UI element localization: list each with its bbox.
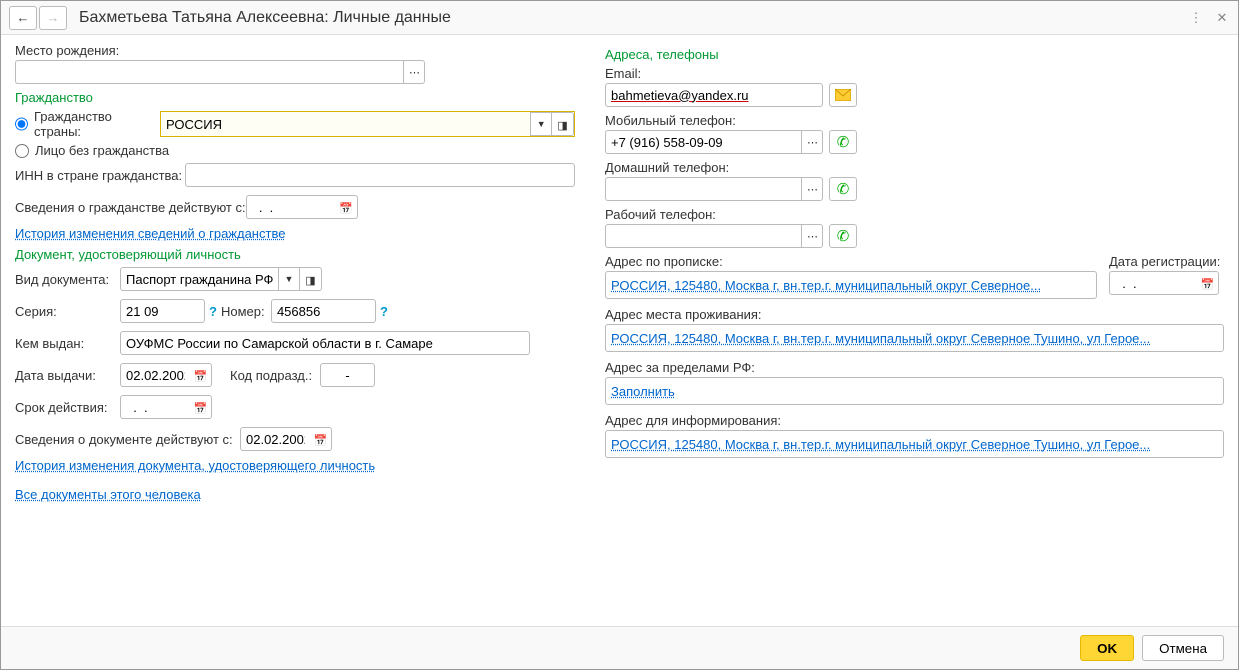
envelope-icon [835, 89, 851, 101]
doc-type-label: Вид документа: [15, 272, 120, 287]
division-input[interactable] [320, 363, 375, 387]
country-open-button[interactable] [552, 112, 574, 136]
stateless-radio[interactable] [15, 144, 29, 158]
addresses-section-title: Адреса, телефоны [605, 47, 1224, 62]
cancel-button[interactable]: Отмена [1142, 635, 1224, 661]
birthplace-open-button[interactable] [403, 60, 425, 84]
abroad-addr-box[interactable]: Заполнить [605, 377, 1224, 405]
reg-date-label: Дата регистрации: [1109, 254, 1220, 269]
citizenship-history-link[interactable]: История изменения сведений о гражданстве [15, 226, 285, 241]
send-email-button[interactable] [829, 83, 857, 107]
live-addr-link[interactable]: РОССИЯ, 125480, Москва г, вн.тер.г. муни… [611, 331, 1150, 346]
mobile-input[interactable] [605, 130, 801, 154]
abroad-addr-link[interactable]: Заполнить [611, 384, 675, 399]
home-phone-label: Домашний телефон: [605, 160, 729, 175]
reg-date-calendar[interactable] [1197, 271, 1219, 295]
series-label: Серия: [15, 304, 120, 319]
mobile-open-button[interactable] [801, 130, 823, 154]
inn-label: ИНН в стране гражданства: [15, 168, 185, 183]
doc-section-title: Документ, удостоверяющий личность [15, 247, 575, 262]
home-phone-input[interactable] [605, 177, 801, 201]
division-label: Код подразд.: [230, 368, 320, 383]
issue-date-calendar[interactable] [190, 363, 212, 387]
doc-history-link[interactable]: История изменения документа, удостоверяю… [15, 458, 375, 473]
phone-icon: ✆ [837, 180, 850, 198]
citizenship-from-input[interactable] [246, 195, 336, 219]
phone-icon: ✆ [837, 133, 850, 151]
home-phone-open-button[interactable] [801, 177, 823, 201]
inform-addr-link[interactable]: РОССИЯ, 125480, Москва г, вн.тер.г. муни… [611, 437, 1150, 452]
inform-addr-box[interactable]: РОССИЯ, 125480, Москва г, вн.тер.г. муни… [605, 430, 1224, 458]
reg-addr-label: Адрес по прописке: [605, 254, 723, 269]
doc-type-open-button[interactable] [300, 267, 322, 291]
all-docs-link[interactable]: Все документы этого человека [15, 487, 201, 502]
forward-button[interactable]: → [39, 6, 67, 30]
issue-date-label: Дата выдачи: [15, 368, 120, 383]
citizenship-from-label: Сведения о гражданстве действуют с: [15, 200, 246, 215]
inn-input[interactable] [185, 163, 575, 187]
birthplace-label: Место рождения: [15, 43, 135, 58]
citizenship-country-label: Гражданство страны: [34, 109, 146, 139]
work-phone-label: Рабочий телефон: [605, 207, 716, 222]
citizenship-from-calendar[interactable] [336, 195, 358, 219]
phone-icon: ✆ [837, 227, 850, 245]
citizenship-country-radio[interactable] [15, 117, 28, 131]
reg-addr-link[interactable]: РОССИЯ, 125480, Москва г, вн.тер.г. муни… [611, 278, 1041, 293]
email-label: Email: [605, 66, 641, 81]
window-title: Бахметьева Татьяна Алексеевна: Личные да… [79, 9, 1188, 27]
number-input[interactable] [271, 299, 376, 323]
country-dropdown-button[interactable]: ▼ [530, 112, 552, 136]
work-phone-open-button[interactable] [801, 224, 823, 248]
menu-icon[interactable]: ⋮ [1188, 10, 1204, 26]
inform-addr-label: Адрес для информирования: [605, 413, 781, 428]
reg-addr-box[interactable]: РОССИЯ, 125480, Москва г, вн.тер.г. муни… [605, 271, 1097, 299]
issued-by-label: Кем выдан: [15, 336, 120, 351]
doc-from-calendar[interactable] [310, 427, 332, 451]
country-input[interactable] [161, 112, 530, 136]
reg-date-input[interactable] [1109, 271, 1197, 295]
ok-button[interactable]: OK [1080, 635, 1134, 661]
doc-from-input[interactable] [240, 427, 310, 451]
home-call-button[interactable]: ✆ [829, 177, 857, 201]
close-icon[interactable]: ✕ [1214, 10, 1230, 26]
live-addr-box[interactable]: РОССИЯ, 125480, Москва г, вн.тер.г. муни… [605, 324, 1224, 352]
citizenship-section-title: Гражданство [15, 90, 575, 105]
mobile-call-button[interactable]: ✆ [829, 130, 857, 154]
number-help-icon[interactable]: ? [380, 304, 388, 319]
number-label: Номер: [221, 304, 271, 319]
expiry-label: Срок действия: [15, 400, 120, 415]
work-call-button[interactable]: ✆ [829, 224, 857, 248]
doc-type-dropdown-button[interactable]: ▼ [278, 267, 300, 291]
doc-from-label: Сведения о документе действуют с: [15, 432, 240, 447]
birthplace-input[interactable] [15, 60, 403, 84]
mobile-label: Мобильный телефон: [605, 113, 736, 128]
abroad-addr-label: Адрес за пределами РФ: [605, 360, 755, 375]
issued-by-input[interactable] [120, 331, 530, 355]
work-phone-input[interactable] [605, 224, 801, 248]
live-addr-label: Адрес места проживания: [605, 307, 762, 322]
issue-date-input[interactable] [120, 363, 190, 387]
expiry-calendar[interactable] [190, 395, 212, 419]
email-input[interactable] [605, 83, 823, 107]
back-button[interactable]: ← [9, 6, 37, 30]
stateless-label: Лицо без гражданства [35, 143, 169, 158]
doc-type-input[interactable] [120, 267, 278, 291]
series-input[interactable] [120, 299, 205, 323]
expiry-input[interactable] [120, 395, 190, 419]
series-help-icon[interactable]: ? [209, 304, 217, 319]
